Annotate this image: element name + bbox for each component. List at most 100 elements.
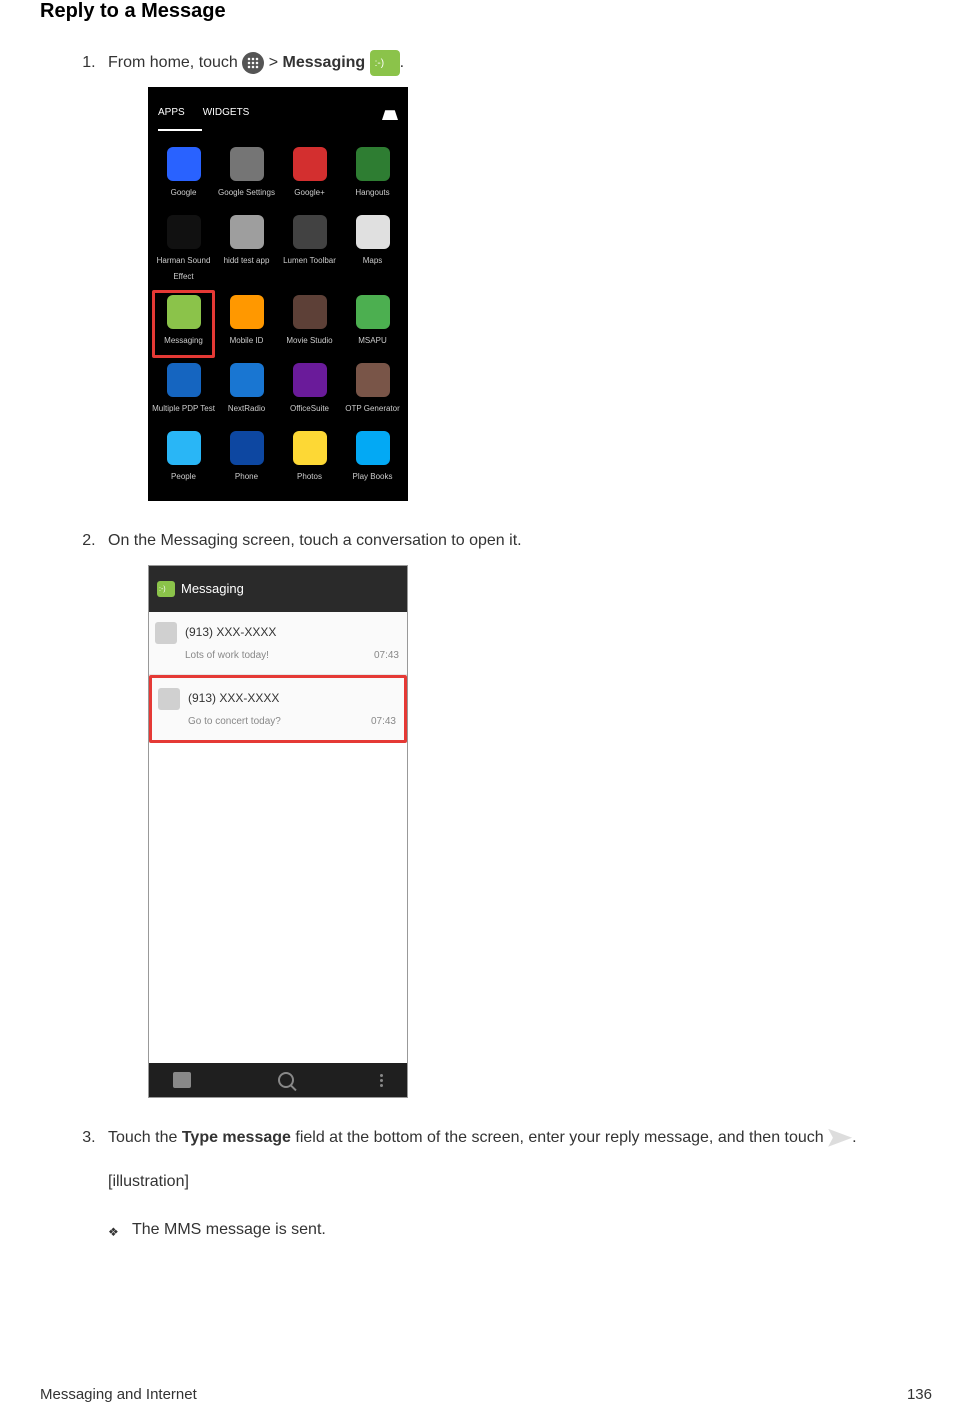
- app-cell-maps[interactable]: Maps: [341, 215, 404, 285]
- app-icon: [356, 431, 390, 465]
- app-icon: [167, 147, 201, 181]
- step1-post: .: [400, 54, 404, 71]
- app-label: Phone: [235, 469, 258, 485]
- app-icon: [167, 363, 201, 397]
- app-cell-photos[interactable]: Photos: [278, 431, 341, 489]
- app-label: Mobile ID: [230, 333, 264, 349]
- shop-icon[interactable]: [382, 106, 398, 120]
- app-label: OTP Generator: [345, 401, 400, 417]
- step-1: From home, touch > Messaging . APPS WIDG…: [100, 47, 932, 501]
- footer-section: Messaging and Internet: [40, 1386, 197, 1403]
- app-label: Messaging: [164, 333, 203, 349]
- app-cell-otp-generator[interactable]: OTP Generator: [341, 363, 404, 421]
- app-icon: [167, 295, 201, 329]
- app-icon: [293, 363, 327, 397]
- app-cell-multiple-pdp-test[interactable]: Multiple PDP Test: [152, 363, 215, 421]
- messaging-icon: [370, 50, 400, 76]
- messaging-header: Messaging: [149, 566, 407, 612]
- app-cell-movie-studio[interactable]: Movie Studio: [278, 295, 341, 353]
- app-label: People: [171, 469, 196, 485]
- app-icon: [167, 431, 201, 465]
- avatar: [158, 688, 180, 710]
- app-label: Lumen Toolbar: [283, 253, 336, 269]
- avatar: [155, 622, 177, 644]
- app-icon: [230, 147, 264, 181]
- app-cell-google-settings[interactable]: Google Settings: [215, 147, 278, 205]
- app-cell-officesuite[interactable]: OfficeSuite: [278, 363, 341, 421]
- app-label: hidd test app: [224, 253, 270, 269]
- app-cell-play-books[interactable]: Play Books: [341, 431, 404, 489]
- apps-tab[interactable]: APPS: [158, 103, 185, 123]
- conversation-number: (913) XXX-XXXX: [188, 686, 396, 710]
- app-label: Hangouts: [355, 185, 389, 201]
- app-icon: [167, 215, 201, 249]
- app-label: MSAPU: [358, 333, 386, 349]
- app-icon: [293, 431, 327, 465]
- app-icon: [293, 295, 327, 329]
- step3-mid: field at the bottom of the screen, enter…: [291, 1129, 828, 1146]
- messaging-app-icon: [157, 581, 175, 597]
- app-cell-mobile-id[interactable]: Mobile ID: [215, 295, 278, 353]
- illustration-placeholder: [illustration]: [108, 1166, 932, 1198]
- app-label: Photos: [297, 469, 322, 485]
- step2-text: On the Messaging screen, touch a convers…: [108, 532, 522, 549]
- app-cell-people[interactable]: People: [152, 431, 215, 489]
- app-cell-messaging[interactable]: Messaging: [152, 290, 215, 358]
- app-label: Multiple PDP Test: [152, 401, 215, 417]
- app-icon: [230, 431, 264, 465]
- send-icon: [828, 1129, 852, 1147]
- menu-overflow-icon[interactable]: [380, 1074, 383, 1087]
- conversation-time: 07:43: [371, 712, 396, 732]
- conversation-number: (913) XXX-XXXX: [185, 620, 399, 644]
- app-icon: [230, 363, 264, 397]
- app-icon: [293, 215, 327, 249]
- search-icon[interactable]: [278, 1072, 294, 1088]
- app-label: Harman Sound Effect: [152, 253, 215, 285]
- step3-bold: Type message: [182, 1129, 291, 1146]
- app-cell-google+[interactable]: Google+: [278, 147, 341, 205]
- app-icon: [230, 215, 264, 249]
- step-3: Touch the Type message field at the bott…: [100, 1122, 932, 1246]
- app-cell-phone[interactable]: Phone: [215, 431, 278, 489]
- conversation-preview: Lots of work today!: [185, 646, 269, 666]
- app-cell-hangouts[interactable]: Hangouts: [341, 147, 404, 205]
- step3-pre: Touch the: [108, 1129, 182, 1146]
- step1-mid: >: [264, 54, 282, 71]
- step3-post: .: [852, 1129, 856, 1146]
- page-title: Reply to a Message: [40, 0, 932, 23]
- app-label: NextRadio: [228, 401, 265, 417]
- app-icon: [356, 215, 390, 249]
- app-label: Maps: [363, 253, 383, 269]
- conversation-row[interactable]: (913) XXX-XXXXLots of work today! 07:43: [149, 612, 407, 675]
- app-label: OfficeSuite: [290, 401, 329, 417]
- widgets-tab[interactable]: WIDGETS: [203, 103, 250, 123]
- app-cell-hidd-test-app[interactable]: hidd test app: [215, 215, 278, 285]
- app-icon: [293, 147, 327, 181]
- step-2: On the Messaging screen, touch a convers…: [100, 525, 932, 1098]
- app-label: Play Books: [352, 469, 392, 485]
- screenshot-messaging-list: Messaging (913) XXX-XXXXLots of work tod…: [148, 565, 408, 1098]
- app-icon: [356, 363, 390, 397]
- app-cell-nextradio[interactable]: NextRadio: [215, 363, 278, 421]
- screenshot-app-drawer: APPS WIDGETS Google Google Settings Google…: [148, 87, 408, 501]
- app-cell-lumen-toolbar[interactable]: Lumen Toolbar: [278, 215, 341, 285]
- app-icon: [356, 147, 390, 181]
- app-cell-harman-sound-effect[interactable]: Harman Sound Effect: [152, 215, 215, 285]
- messaging-header-title: Messaging: [181, 576, 244, 602]
- compose-icon[interactable]: [173, 1072, 191, 1088]
- app-cell-google[interactable]: Google: [152, 147, 215, 205]
- app-grid-icon: [242, 52, 264, 74]
- conversation-row[interactable]: (913) XXX-XXXXGo to concert today? 07:43: [149, 675, 407, 743]
- conversation-preview: Go to concert today?: [188, 712, 281, 732]
- app-label: Google+: [294, 185, 324, 201]
- app-icon: [230, 295, 264, 329]
- app-icon: [356, 295, 390, 329]
- conversation-time: 07:43: [374, 646, 399, 666]
- footer-page-number: 136: [907, 1386, 932, 1403]
- app-label: Movie Studio: [286, 333, 332, 349]
- app-label: Google Settings: [218, 185, 275, 201]
- app-label: Google: [171, 185, 197, 201]
- step1-pre: From home, touch: [108, 54, 242, 71]
- step1-bold: Messaging: [283, 54, 370, 71]
- app-cell-msapu[interactable]: MSAPU: [341, 295, 404, 353]
